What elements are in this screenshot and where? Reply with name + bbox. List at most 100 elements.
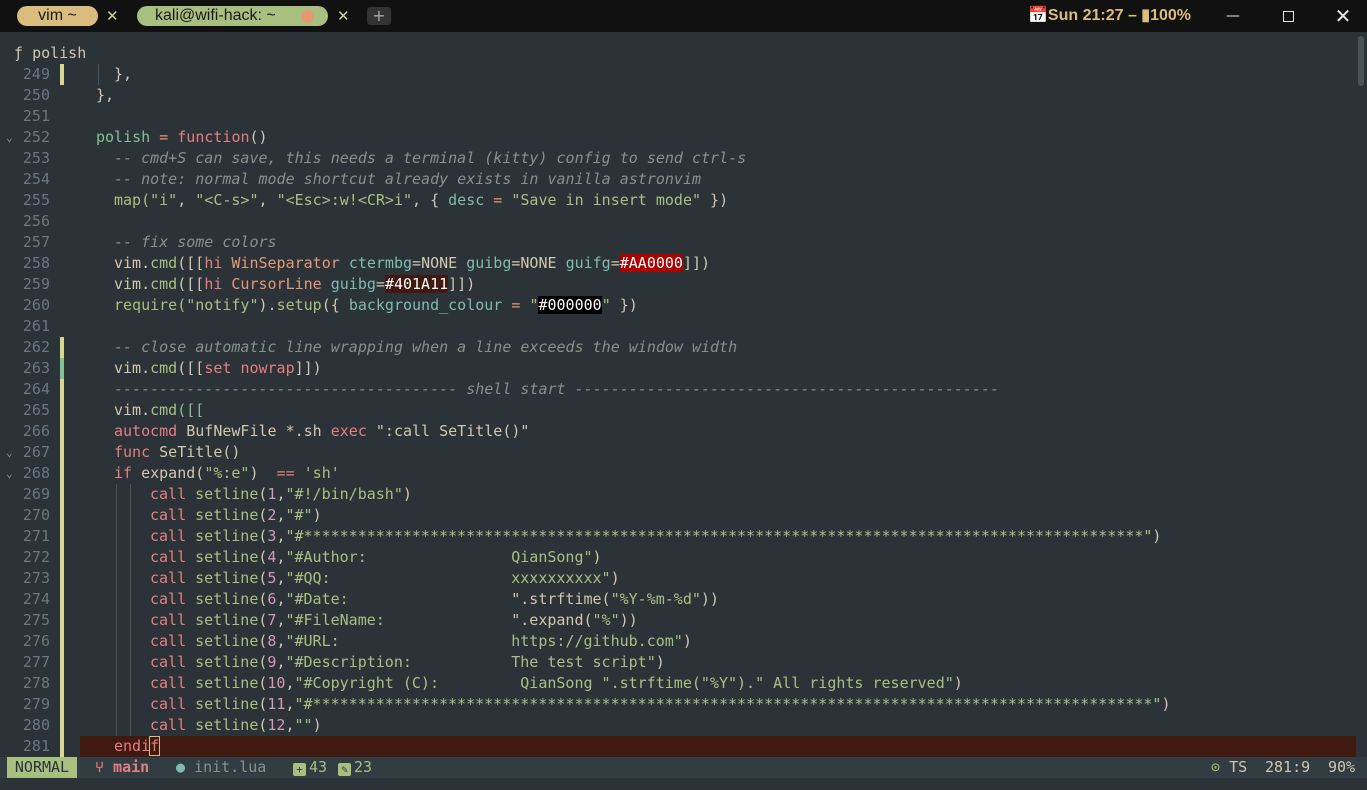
indent-guide (116, 694, 117, 715)
code-text: map("i", "<C-s>", "<Esc>:w!<CR>i", { des… (114, 191, 729, 209)
code-line[interactable]: 279 call setline(11,"#******************… (0, 694, 1367, 715)
line-number: 281 (22, 737, 50, 755)
code-line[interactable]: 275 call setline(7,"#FileName: ".expand(… (0, 610, 1367, 631)
code-line[interactable]: 273 call setline(5,"#QQ: xxxxxxxxxx") (0, 568, 1367, 589)
terminal-tab-bar: vim ~ ✕ kali@wifi-hack: ~ ✕ + 📅Sun 21:27… (0, 0, 1367, 32)
code-line[interactable]: ⌄ 252 polish = function() (0, 127, 1367, 148)
code-text: call setline(11,"#**********************… (150, 695, 1171, 713)
code-line[interactable]: 253 -- cmd+S can save, this needs a term… (0, 148, 1367, 169)
code-line[interactable]: 261 (0, 316, 1367, 337)
indent-guide (130, 631, 131, 652)
file-name: ● init.lua (176, 758, 267, 776)
code-line[interactable]: 277 call setline(9,"#Description: The te… (0, 652, 1367, 673)
battery-text: 100% (1150, 7, 1192, 24)
minimize-button[interactable]: — (1213, 2, 1253, 30)
code-line[interactable]: 272 call setline(4,"#Author: QianSong") (0, 547, 1367, 568)
code-text: }, (96, 86, 115, 104)
code-line[interactable]: 256 (0, 211, 1367, 232)
code-line[interactable]: 257 -- fix some colors (0, 232, 1367, 253)
tab-vim[interactable]: vim ~ (17, 6, 98, 26)
line-number: 278 (22, 674, 50, 692)
git-change-sign (60, 337, 64, 358)
code-line[interactable]: 266 autocmd BufNewFile *.sh exec ":call … (0, 421, 1367, 442)
code-line[interactable]: 280 call setline(12,"") (0, 715, 1367, 736)
line-number: 267 (22, 443, 50, 461)
scrollbar-track[interactable] (1357, 34, 1365, 756)
git-change-sign (60, 736, 64, 757)
indent-guide (130, 526, 131, 547)
code-text: if expand("%:e") == 'sh' (114, 464, 340, 482)
tab-kali[interactable]: kali@wifi-hack: ~ (137, 6, 328, 26)
code-line[interactable]: 259 vim.cmd([[hi CursorLine guibg=#401A1… (0, 274, 1367, 295)
line-number: 269 (22, 485, 50, 503)
tab-vim-label: vim ~ (38, 7, 77, 24)
line-number: 268 (22, 464, 50, 482)
indent-guide (130, 568, 131, 589)
code-line[interactable]: 270 call setline(2,"#") (0, 505, 1367, 526)
editor-buffer[interactable]: 249 }, 250 }, 251 ⌄ 252 polish = function… (0, 64, 1367, 757)
code-line[interactable]: 249 }, (0, 64, 1367, 85)
indent-guide (116, 526, 117, 547)
code-line[interactable]: 263 vim.cmd([[set nowrap]]) (0, 358, 1367, 379)
code-line[interactable]: 255 map("i", "<C-s>", "<Esc>:w!<CR>i", {… (0, 190, 1367, 211)
line-number: 273 (22, 569, 50, 587)
calendar-icon: 📅 (1028, 7, 1048, 24)
text-cursor: f (149, 736, 161, 756)
code-text: vim.cmd([[hi WinSeparator ctermbg=NONE g… (114, 254, 711, 272)
git-change-sign (60, 610, 64, 631)
indent-guide (116, 589, 117, 610)
close-window-button[interactable]: ✕ (1323, 2, 1363, 30)
maximize-button[interactable] (1268, 2, 1308, 30)
code-line[interactable]: 258 vim.cmd([[hi WinSeparator ctermbg=NO… (0, 253, 1367, 274)
git-change-sign (60, 547, 64, 568)
line-number: 252 (22, 128, 50, 146)
indent-guide (116, 652, 117, 673)
winbar-label: polish (32, 44, 87, 62)
code-line[interactable]: 262 -- close automatic line wrapping whe… (0, 337, 1367, 358)
code-line[interactable]: 274 call setline(6,"#Date: ".strftime("%… (0, 589, 1367, 610)
battery-icon: ▮ (1141, 7, 1151, 24)
tab-kali-close-icon[interactable]: ✕ (337, 6, 350, 26)
indent-guide (116, 715, 117, 736)
code-text: func SeTitle() (114, 443, 241, 461)
git-branch-icon: ⑂ (95, 758, 105, 776)
code-text: -- cmd+S can save, this needs a terminal… (114, 149, 747, 167)
code-line[interactable]: 278 call setline(10,"#Copyright (C): Qia… (0, 673, 1367, 694)
code-line[interactable]: 254 -- note: normal mode shortcut alread… (0, 169, 1367, 190)
code-line[interactable]: 276 call setline(8,"#URL: https://github… (0, 631, 1367, 652)
git-change-sign (60, 652, 64, 673)
code-line[interactable]: 251 (0, 106, 1367, 127)
code-line[interactable]: ⌄ 267 func SeTitle() (0, 442, 1367, 463)
indent-guide (116, 505, 117, 526)
code-line-current[interactable]: 281 endif (0, 736, 1367, 757)
line-number: 255 (22, 191, 50, 209)
code-line[interactable]: ⌄ 268 if expand("%:e") == 'sh' (0, 463, 1367, 484)
code-text: call setline(7,"#FileName: ".expand("%")… (150, 611, 638, 629)
line-number: 277 (22, 653, 50, 671)
code-text: call setline(5,"#QQ: xxxxxxxxxx") (150, 569, 620, 587)
indent-guide (130, 589, 131, 610)
code-line[interactable]: 264 ------------------------------------… (0, 379, 1367, 400)
line-number: 262 (22, 338, 50, 356)
indent-guide (130, 694, 131, 715)
git-change-sign (60, 421, 64, 442)
indent-guide (116, 673, 117, 694)
scrollbar-thumb[interactable] (1358, 36, 1364, 86)
line-number: 259 (22, 275, 50, 293)
plus-square-icon: + (293, 763, 306, 776)
line-number: 257 (22, 233, 50, 251)
line-number: 265 (22, 401, 50, 419)
line-number: 253 (22, 149, 50, 167)
line-number: 251 (22, 107, 50, 125)
code-line[interactable]: 269 call setline(1,"#!/bin/bash") (0, 484, 1367, 505)
tab-vim-close-icon[interactable]: ✕ (106, 6, 119, 26)
code-line[interactable]: 265 vim.cmd([[ (0, 400, 1367, 421)
code-line[interactable]: 250 }, (0, 85, 1367, 106)
code-line[interactable]: 271 call setline(3,"#*******************… (0, 526, 1367, 547)
function-icon: ƒ (14, 44, 24, 62)
new-tab-button[interactable]: + (367, 7, 391, 25)
git-change-sign (60, 505, 64, 526)
line-number: 261 (22, 317, 50, 335)
tab-activity-dot-icon (301, 10, 314, 23)
code-line[interactable]: 260 require("notify").setup({ background… (0, 295, 1367, 316)
